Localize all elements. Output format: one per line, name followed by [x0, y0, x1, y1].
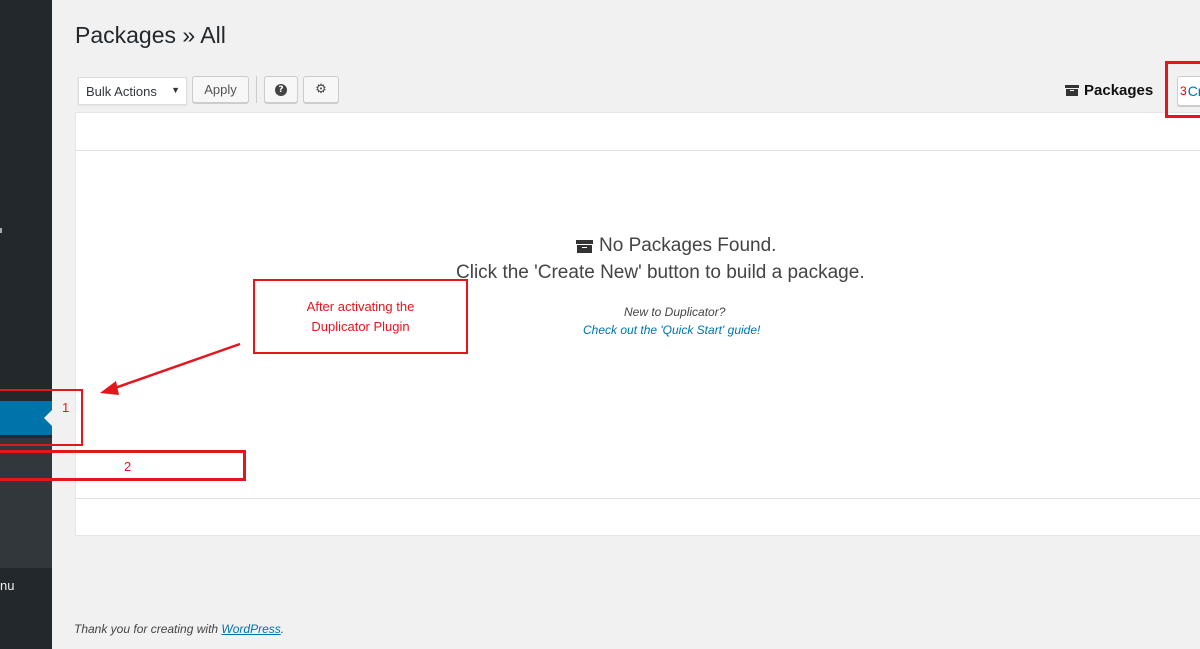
packages-tab-label: Packages — [1084, 82, 1154, 99]
page-title: Packages » All — [75, 22, 226, 48]
annotation-box-1 — [0, 389, 83, 446]
annotation-box-2 — [0, 450, 246, 481]
archive-icon — [1065, 85, 1079, 96]
annotation-callout-text: After activating the Duplicator Plugin — [253, 297, 468, 337]
apply-button[interactable]: Apply — [192, 76, 249, 103]
dropdown-arrow-icon: ▼ — [171, 85, 180, 95]
toolbar-divider — [256, 76, 257, 103]
annotation-box-3 — [1165, 61, 1200, 118]
empty-state-subtitle: Click the 'Create New' button to build a… — [456, 262, 865, 283]
panel-footer-divider — [76, 498, 1200, 499]
sidebar-menu-fragment — [0, 228, 2, 233]
bulk-actions-select[interactable]: Bulk Actions ▼ — [78, 77, 187, 105]
annotation-callout-line-1: After activating the — [306, 299, 415, 314]
admin-footer: Thank you for creating with WordPress. — [74, 622, 284, 636]
help-button[interactable]: ? — [264, 76, 298, 103]
footer-prefix: Thank you for creating with — [74, 622, 222, 636]
gear-icon: ⚙ — [315, 82, 327, 97]
packages-tab[interactable]: Packages — [1065, 82, 1153, 99]
settings-button[interactable]: ⚙ — [303, 76, 339, 103]
quick-start-link[interactable]: Check out the 'Quick Start' guide! — [583, 323, 760, 337]
question-circle-icon: ? — [275, 83, 287, 96]
new-to-duplicator-text: New to Duplicator? — [624, 305, 726, 319]
archive-icon — [576, 239, 593, 253]
admin-sidebar: nu — [0, 0, 52, 649]
bulk-actions-label: Bulk Actions — [86, 83, 157, 99]
empty-state-title-text: No Packages Found. — [599, 235, 777, 256]
wordpress-link[interactable]: WordPress — [221, 622, 280, 636]
empty-state-title: No Packages Found. — [576, 235, 776, 257]
collapse-menu-label[interactable]: nu — [0, 578, 14, 593]
annotation-marker-2: 2 — [124, 459, 132, 474]
annotation-marker-1: 1 — [62, 400, 70, 415]
annotation-callout-line-2: Duplicator Plugin — [311, 319, 410, 334]
panel-header-divider — [76, 150, 1200, 151]
footer-suffix: . — [280, 622, 285, 636]
